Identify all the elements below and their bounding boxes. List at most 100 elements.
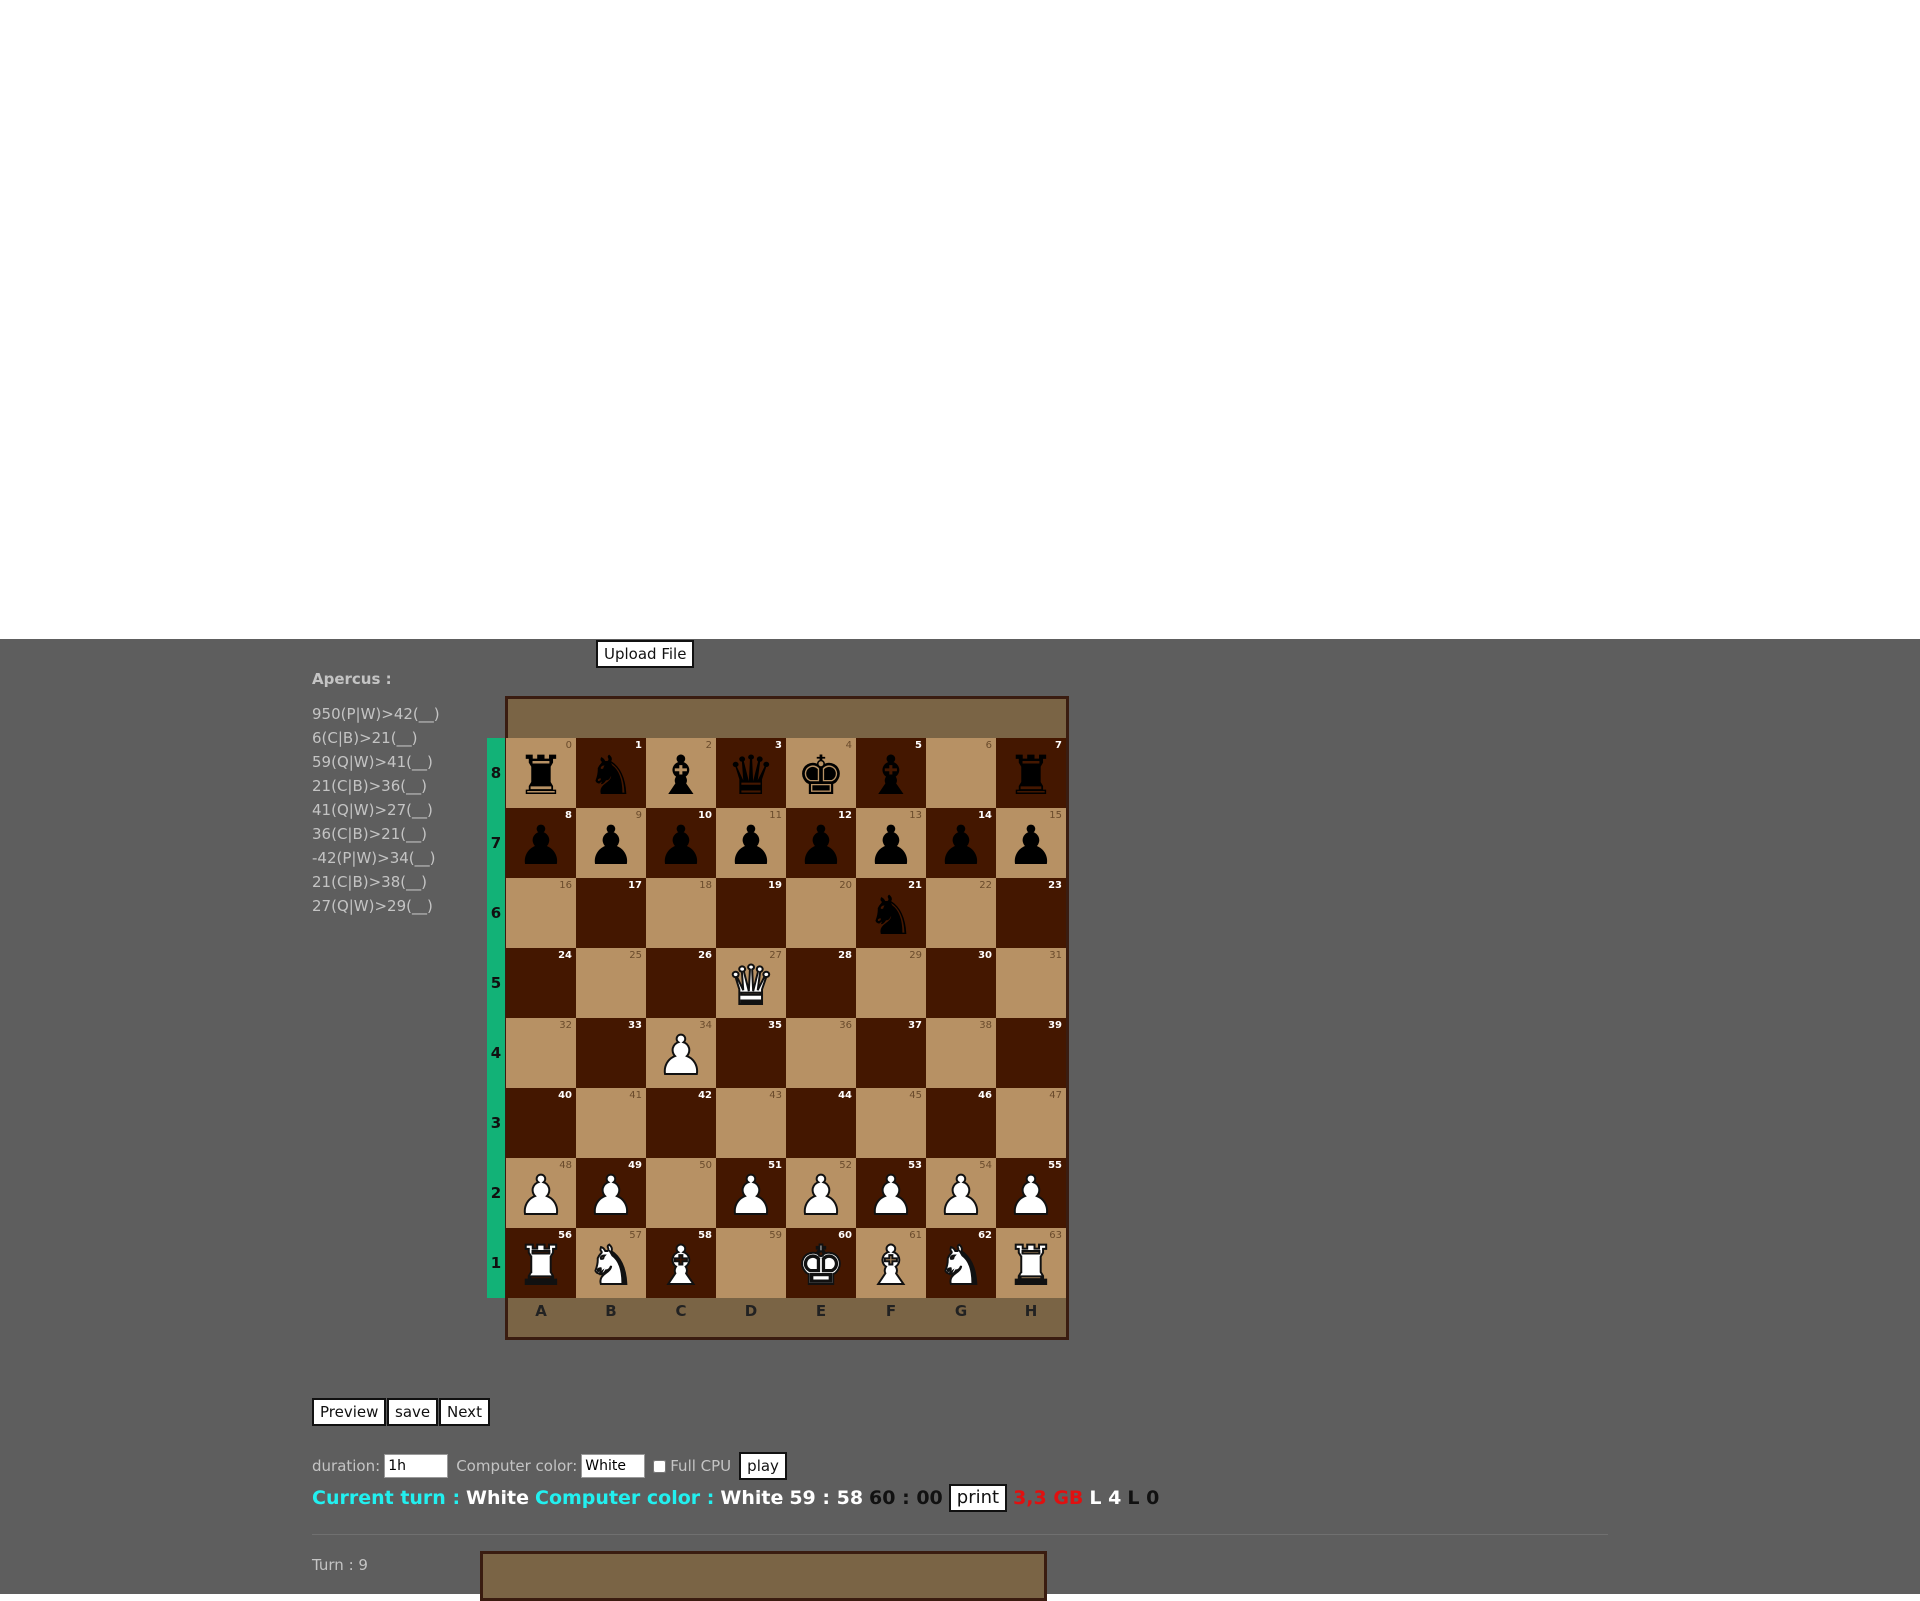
black-pawn-icon[interactable]: ♟ xyxy=(576,816,646,876)
white-bishop-icon[interactable]: ♝ xyxy=(646,1235,716,1297)
board-square[interactable]: 27 ♛ xyxy=(716,948,786,1018)
board-square[interactable]: 8 ♟ xyxy=(506,808,576,878)
white-pawn-icon[interactable]: ♟ xyxy=(926,1165,996,1227)
black-rook-icon[interactable]: ♜ xyxy=(506,746,576,806)
chess-board[interactable]: 0 ♜ 1 ♞ 2 ♝ 3 ♛ 4 ♚ 5 ♝ 6 7 ♜ 8 ♟ 9 ♟ 10 ♟ 11 ♟ 12 ♟ 13 ♟ 14 ♟ 15 ♟ 16 1… xyxy=(506,738,1066,1298)
board-square[interactable]: 57 ♞ xyxy=(576,1228,646,1298)
white-queen-icon[interactable]: ♛ xyxy=(716,955,786,1017)
white-pawn-icon[interactable]: ♟ xyxy=(646,1025,716,1087)
white-pawn-icon[interactable]: ♟ xyxy=(786,1165,856,1227)
board-square[interactable]: 61 ♝ xyxy=(856,1228,926,1298)
save-button[interactable]: save xyxy=(387,1398,439,1426)
black-king-icon[interactable]: ♚ xyxy=(786,746,856,806)
black-pawn-icon[interactable]: ♟ xyxy=(716,816,786,876)
board-square[interactable]: 37 xyxy=(856,1018,926,1088)
white-pawn-icon[interactable]: ♟ xyxy=(716,1165,786,1227)
black-pawn-icon[interactable]: ♟ xyxy=(786,816,856,876)
board-square[interactable]: 40 xyxy=(506,1088,576,1158)
board-square[interactable]: 20 xyxy=(786,878,856,948)
white-rook-icon[interactable]: ♜ xyxy=(996,1235,1066,1297)
board-square[interactable]: 33 xyxy=(576,1018,646,1088)
board-square[interactable]: 6 xyxy=(926,738,996,808)
black-pawn-icon[interactable]: ♟ xyxy=(506,816,576,876)
board-square[interactable]: 13 ♟ xyxy=(856,808,926,878)
white-knight-icon[interactable]: ♞ xyxy=(576,1235,646,1297)
board-square[interactable]: 30 xyxy=(926,948,996,1018)
preview-button[interactable]: Preview xyxy=(312,1398,387,1426)
board-square[interactable]: 12 ♟ xyxy=(786,808,856,878)
board-square[interactable]: 17 xyxy=(576,878,646,948)
white-pawn-icon[interactable]: ♟ xyxy=(576,1165,646,1227)
board-square[interactable]: 7 ♜ xyxy=(996,738,1066,808)
board-square[interactable]: 23 xyxy=(996,878,1066,948)
white-knight-icon[interactable]: ♞ xyxy=(926,1235,996,1297)
computer-color-input[interactable] xyxy=(581,1454,646,1478)
board-square[interactable]: 39 xyxy=(996,1018,1066,1088)
black-knight-icon[interactable]: ♞ xyxy=(856,886,926,946)
board-square[interactable]: 32 xyxy=(506,1018,576,1088)
duration-input[interactable] xyxy=(384,1454,449,1478)
white-pawn-icon[interactable]: ♟ xyxy=(996,1165,1066,1227)
board-square[interactable]: 44 xyxy=(786,1088,856,1158)
board-square[interactable]: 21 ♞ xyxy=(856,878,926,948)
board-square[interactable]: 36 xyxy=(786,1018,856,1088)
black-knight-icon[interactable]: ♞ xyxy=(576,746,646,806)
board-square[interactable]: 47 xyxy=(996,1088,1066,1158)
board-square[interactable]: 19 xyxy=(716,878,786,948)
board-square[interactable]: 2 ♝ xyxy=(646,738,716,808)
board-square[interactable]: 55 ♟ xyxy=(996,1158,1066,1228)
white-rook-icon[interactable]: ♜ xyxy=(506,1235,576,1297)
board-square[interactable]: 22 xyxy=(926,878,996,948)
board-square[interactable]: 42 xyxy=(646,1088,716,1158)
play-button[interactable]: play xyxy=(739,1452,787,1480)
board-square[interactable]: 41 xyxy=(576,1088,646,1158)
board-square[interactable]: 63 ♜ xyxy=(996,1228,1066,1298)
board-square[interactable]: 45 xyxy=(856,1088,926,1158)
board-square[interactable]: 50 xyxy=(646,1158,716,1228)
board-square[interactable]: 5 ♝ xyxy=(856,738,926,808)
board-square[interactable]: 26 xyxy=(646,948,716,1018)
board-square[interactable]: 59 xyxy=(716,1228,786,1298)
board-square[interactable]: 10 ♟ xyxy=(646,808,716,878)
upload-file-button[interactable]: Upload File xyxy=(596,640,695,668)
board-square[interactable]: 28 xyxy=(786,948,856,1018)
board-square[interactable]: 9 ♟ xyxy=(576,808,646,878)
board-square[interactable]: 3 ♛ xyxy=(716,738,786,808)
board-square[interactable]: 16 xyxy=(506,878,576,948)
black-pawn-icon[interactable]: ♟ xyxy=(926,816,996,876)
board-square[interactable]: 4 ♚ xyxy=(786,738,856,808)
board-square[interactable]: 14 ♟ xyxy=(926,808,996,878)
black-pawn-icon[interactable]: ♟ xyxy=(856,816,926,876)
white-pawn-icon[interactable]: ♟ xyxy=(506,1165,576,1227)
board-square[interactable]: 53 ♟ xyxy=(856,1158,926,1228)
board-square[interactable]: 52 ♟ xyxy=(786,1158,856,1228)
board-square[interactable]: 11 ♟ xyxy=(716,808,786,878)
board-square[interactable]: 51 ♟ xyxy=(716,1158,786,1228)
white-bishop-icon[interactable]: ♝ xyxy=(856,1235,926,1297)
board-square[interactable]: 34 ♟ xyxy=(646,1018,716,1088)
black-pawn-icon[interactable]: ♟ xyxy=(646,816,716,876)
full-cpu-checkbox[interactable] xyxy=(653,1459,667,1473)
white-king-icon[interactable]: ♚ xyxy=(786,1235,856,1297)
board-square[interactable]: 18 xyxy=(646,878,716,948)
board-square[interactable]: 58 ♝ xyxy=(646,1228,716,1298)
board-square[interactable]: 60 ♚ xyxy=(786,1228,856,1298)
board-square[interactable]: 35 xyxy=(716,1018,786,1088)
next-button[interactable]: Next xyxy=(439,1398,490,1426)
board-square[interactable]: 31 xyxy=(996,948,1066,1018)
black-bishop-icon[interactable]: ♝ xyxy=(856,746,926,806)
board-square[interactable]: 24 xyxy=(506,948,576,1018)
board-square[interactable]: 15 ♟ xyxy=(996,808,1066,878)
board-square[interactable]: 54 ♟ xyxy=(926,1158,996,1228)
print-button[interactable]: print xyxy=(948,1484,1008,1512)
board-square[interactable]: 62 ♞ xyxy=(926,1228,996,1298)
board-square[interactable]: 29 xyxy=(856,948,926,1018)
board-square[interactable]: 0 ♜ xyxy=(506,738,576,808)
board-square[interactable]: 25 xyxy=(576,948,646,1018)
black-queen-icon[interactable]: ♛ xyxy=(716,746,786,806)
black-rook-icon[interactable]: ♜ xyxy=(996,746,1066,806)
board-square[interactable]: 38 xyxy=(926,1018,996,1088)
board-square[interactable]: 1 ♞ xyxy=(576,738,646,808)
black-bishop-icon[interactable]: ♝ xyxy=(646,746,716,806)
black-pawn-icon[interactable]: ♟ xyxy=(996,816,1066,876)
